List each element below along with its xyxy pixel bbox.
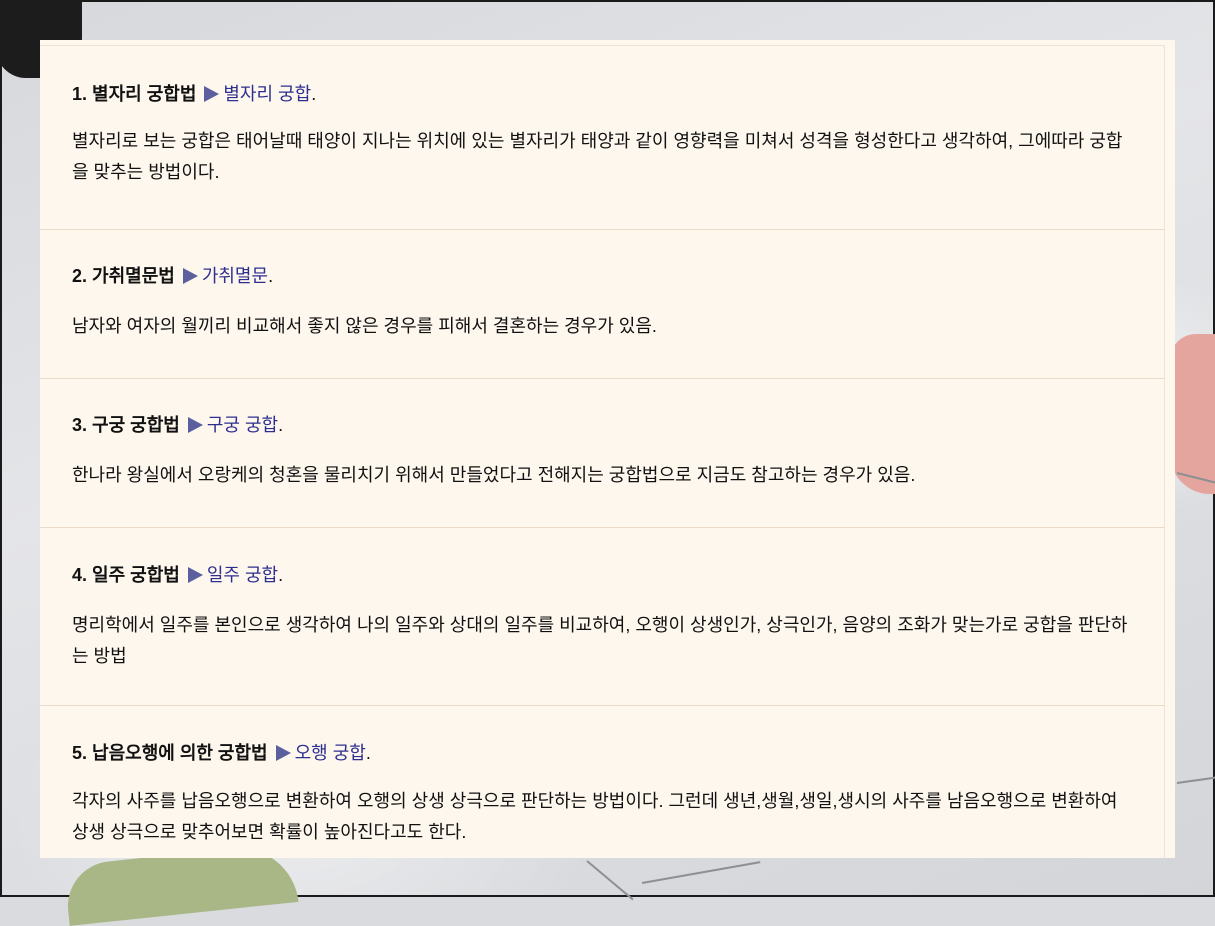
section-title: 4. 일주 궁합법 일주 궁합.: [72, 565, 284, 585]
section-list: 1. 별자리 궁합법 별자리 궁합. 별자리로 보는 궁합은 태어날때 태양이 지…: [40, 45, 1165, 858]
section-body: 별자리로 보는 궁합은 태어날때 태양이 지나는 위치에 있는 별자리가 태양과…: [72, 131, 1123, 182]
section-title-label: 3. 구궁 궁합법: [72, 415, 180, 435]
content-panel: 1. 별자리 궁합법 별자리 궁합. 별자리로 보는 궁합은 태어날때 태양이 지…: [40, 40, 1175, 858]
triangle-right-icon: [204, 86, 220, 102]
section-title: 3. 구궁 궁합법 구궁 궁합.: [72, 415, 284, 435]
triangle-right-icon: [187, 567, 203, 583]
section-ilju: 4. 일주 궁합법 일주 궁합. 명리학에서 일주를 본인으로 생각하여 나의 일…: [40, 528, 1164, 706]
section-title-label: 2. 가취멸문법: [72, 266, 175, 286]
section-body: 각자의 사주를 납음오행으로 변환하여 오행의 상생 상극으로 판단하는 방법이…: [72, 791, 1118, 842]
background-line: [1176, 775, 1215, 784]
section-gachwi: 2. 가취멸문법 가취멸문. 남자와 여자의 월끼리 비교해서 좋지 않은 경우를…: [40, 230, 1164, 379]
section-title: 5. 납음오행에 의한 궁합법 오행 궁합.: [72, 743, 371, 763]
background-line: [586, 860, 634, 901]
section-title-label: 4. 일주 궁합법: [72, 565, 180, 585]
section-title: 2. 가취멸문법 가취멸문.: [72, 266, 274, 286]
section-body: 한나라 왕실에서 오랑케의 청혼을 물리치기 위해서 만들었다고 전해지는 궁합…: [72, 465, 916, 485]
section-body: 명리학에서 일주를 본인으로 생각하여 나의 일주와 상대의 일주를 비교하여,…: [72, 615, 1128, 666]
section-gugung: 3. 구궁 궁합법 구궁 궁합. 한나라 왕실에서 오랑케의 청혼을 물리치기 위…: [40, 379, 1164, 528]
section-title-label: 1. 별자리 궁합법: [72, 84, 197, 104]
triangle-right-icon: [187, 417, 203, 433]
background-line: [641, 861, 761, 884]
section-link-ohaeng[interactable]: 오행 궁합: [295, 743, 366, 763]
section-link-constellation[interactable]: 별자리 궁합: [223, 84, 311, 104]
section-link-gachwi[interactable]: 가취멸문: [202, 266, 268, 286]
section-link-ilju[interactable]: 일주 궁합: [207, 565, 278, 585]
section-link-gugung[interactable]: 구궁 궁합: [207, 415, 278, 435]
triangle-right-icon: [275, 745, 291, 761]
section-title-label: 5. 납음오행에 의한 궁합법: [72, 743, 268, 763]
section-constellation: 1. 별자리 궁합법 별자리 궁합. 별자리로 보는 궁합은 태어날때 태양이 지…: [40, 46, 1164, 230]
section-body: 남자와 여자의 월끼리 비교해서 좋지 않은 경우를 피해서 결혼하는 경우가 …: [72, 316, 657, 336]
background-red-object: [1170, 334, 1215, 494]
triangle-right-icon: [182, 268, 198, 284]
section-napeum: 5. 납음오행에 의한 궁합법 오행 궁합. 각자의 사주를 납음오행으로 변환하…: [40, 706, 1164, 858]
section-title: 1. 별자리 궁합법 별자리 궁합.: [72, 84, 317, 104]
